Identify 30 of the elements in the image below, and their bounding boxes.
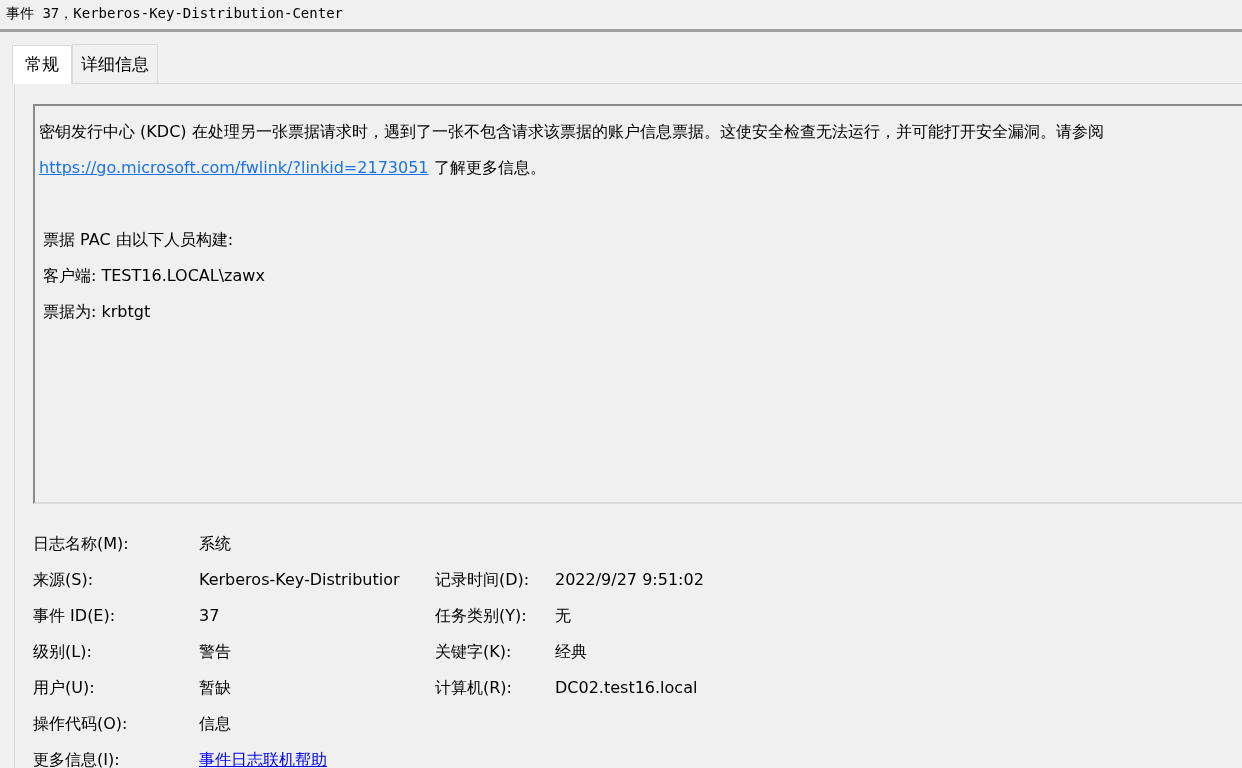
description-line: 票据为: krbtgt [42,300,152,323]
field-label: 级别(L): [33,640,93,663]
field-label: 更多信息(I): [33,748,121,768]
window-title: 事件 37，Kerberos-Key-Distribution-Center [0,0,1242,32]
field-value: 2022/9/27 9:51:02 [555,568,705,591]
field-label: 记录时间(D): [435,568,531,591]
field-label: 用户(U): [33,676,96,699]
field-label: 来源(S): [33,568,95,591]
field-value: 经典 [555,640,588,663]
field-label: 操作代码(O): [33,712,129,735]
description-line: 客户端: TEST16.LOCAL\zawx [42,264,266,287]
tab[interactable]: 详细信息 [72,44,158,83]
field-label: 关键字(K): [435,640,513,663]
field-label: 事件 ID(E): [33,604,117,627]
description-line: 票据 PAC 由以下人员构建: [42,228,235,251]
help-link[interactable]: 事件日志联机帮助 [199,741,435,768]
field-label: 计算机(R): [435,676,513,699]
help-link[interactable]: https://go.microsoft.com/fwlink/?linkid=2173051 [39,157,429,177]
field-value: DC02.test16.local [555,676,699,699]
field-value: 警告 [199,640,232,663]
field-value: 37 [199,604,221,627]
tab[interactable]: 常规 [12,45,72,84]
field-value: Kerberos-Key-Distributior [199,568,401,591]
description-paragraph: 密钥发行中心 (KDC) 在处理另一张票据请求时，遇到了一张不包含请求该票据的账户信息票据。这使安全检查无法运行，并可能打开安全漏洞。请参阅 https://go.microsoft.com/fwlink/?linkid=2173051 了解更多信息。 [39,120,1105,179]
field-value: 暂缺 [199,676,232,699]
field-value: 无 [555,604,572,627]
field-label: 任务类别(Y): [435,604,528,627]
field-value: 系统 [199,532,232,555]
field-label: 日志名称(M): [33,532,130,555]
field-value: 信息 [199,712,232,735]
